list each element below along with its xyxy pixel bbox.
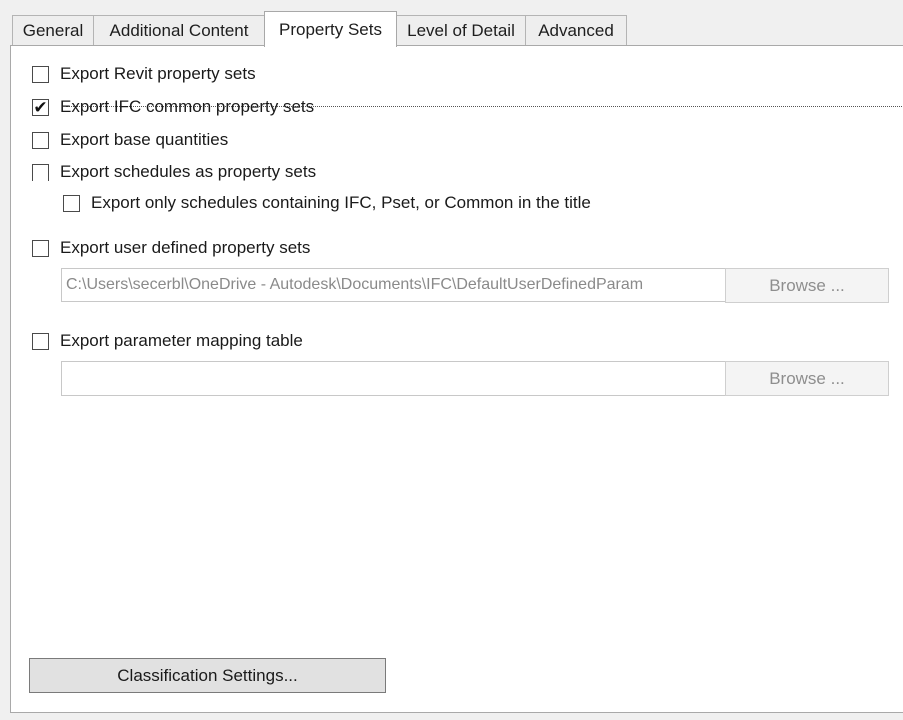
schedules-as-property-sets-label: Export schedules as property sets xyxy=(60,162,317,181)
schedules-as-property-sets-checkbox[interactable] xyxy=(32,163,49,181)
only-ifc-schedules-option[interactable]: Export only schedules containing IFC, Ps… xyxy=(63,192,591,214)
tab-level-of-detail[interactable]: Level of Detail xyxy=(396,15,526,46)
revit-property-sets-option[interactable]: Export Revit property sets xyxy=(32,63,256,85)
revit-property-sets-label: Export Revit property sets xyxy=(60,64,256,83)
mapping-table-path-field[interactable] xyxy=(61,361,727,396)
base-quantities-option[interactable]: Export base quantities xyxy=(32,129,228,151)
tab-general[interactable]: General xyxy=(12,15,94,46)
window-background xyxy=(0,713,903,720)
parameter-mapping-table-option[interactable]: Export parameter mapping table xyxy=(32,330,303,352)
only-ifc-schedules-label: Export only schedules containing IFC, Ps… xyxy=(91,193,591,212)
mapping-table-browse-button[interactable]: Browse ... xyxy=(725,361,889,396)
user-defined-property-sets-option[interactable]: Export user defined property sets xyxy=(32,237,310,259)
revit-property-sets-checkbox[interactable] xyxy=(32,65,49,83)
tab-advanced[interactable]: Advanced xyxy=(525,15,627,46)
base-quantities-label: Export base quantities xyxy=(60,130,229,149)
user-defined-browse-button[interactable]: Browse ... xyxy=(725,268,889,303)
ifc-common-property-sets-option[interactable]: ✔ Export IFC common property sets xyxy=(32,96,314,118)
base-quantities-checkbox[interactable] xyxy=(32,131,49,149)
ifc-common-property-sets-checkbox[interactable]: ✔ xyxy=(32,97,49,117)
ifc-common-property-sets-label: Export IFC common property sets xyxy=(60,97,315,116)
user-defined-property-sets-label: Export user defined property sets xyxy=(60,238,311,257)
tab-additional-content[interactable]: Additional Content xyxy=(93,15,265,46)
user-defined-path-field[interactable]: C:\Users\secerbl\OneDrive - Autodesk\Doc… xyxy=(61,268,727,302)
parameter-mapping-table-checkbox[interactable] xyxy=(32,332,49,350)
property-sets-panel: Export Revit property sets ✔ Export IFC … xyxy=(10,45,903,713)
parameter-mapping-table-label: Export parameter mapping table xyxy=(60,331,303,350)
schedules-as-property-sets-option[interactable]: Export schedules as property sets xyxy=(32,161,316,183)
user-defined-property-sets-checkbox[interactable] xyxy=(32,239,49,257)
classification-settings-button[interactable]: Classification Settings... xyxy=(29,658,386,693)
checkmark-icon: ✔ xyxy=(33,97,48,117)
only-ifc-schedules-checkbox[interactable] xyxy=(63,194,80,212)
tab-property-sets[interactable]: Property Sets xyxy=(264,11,397,47)
